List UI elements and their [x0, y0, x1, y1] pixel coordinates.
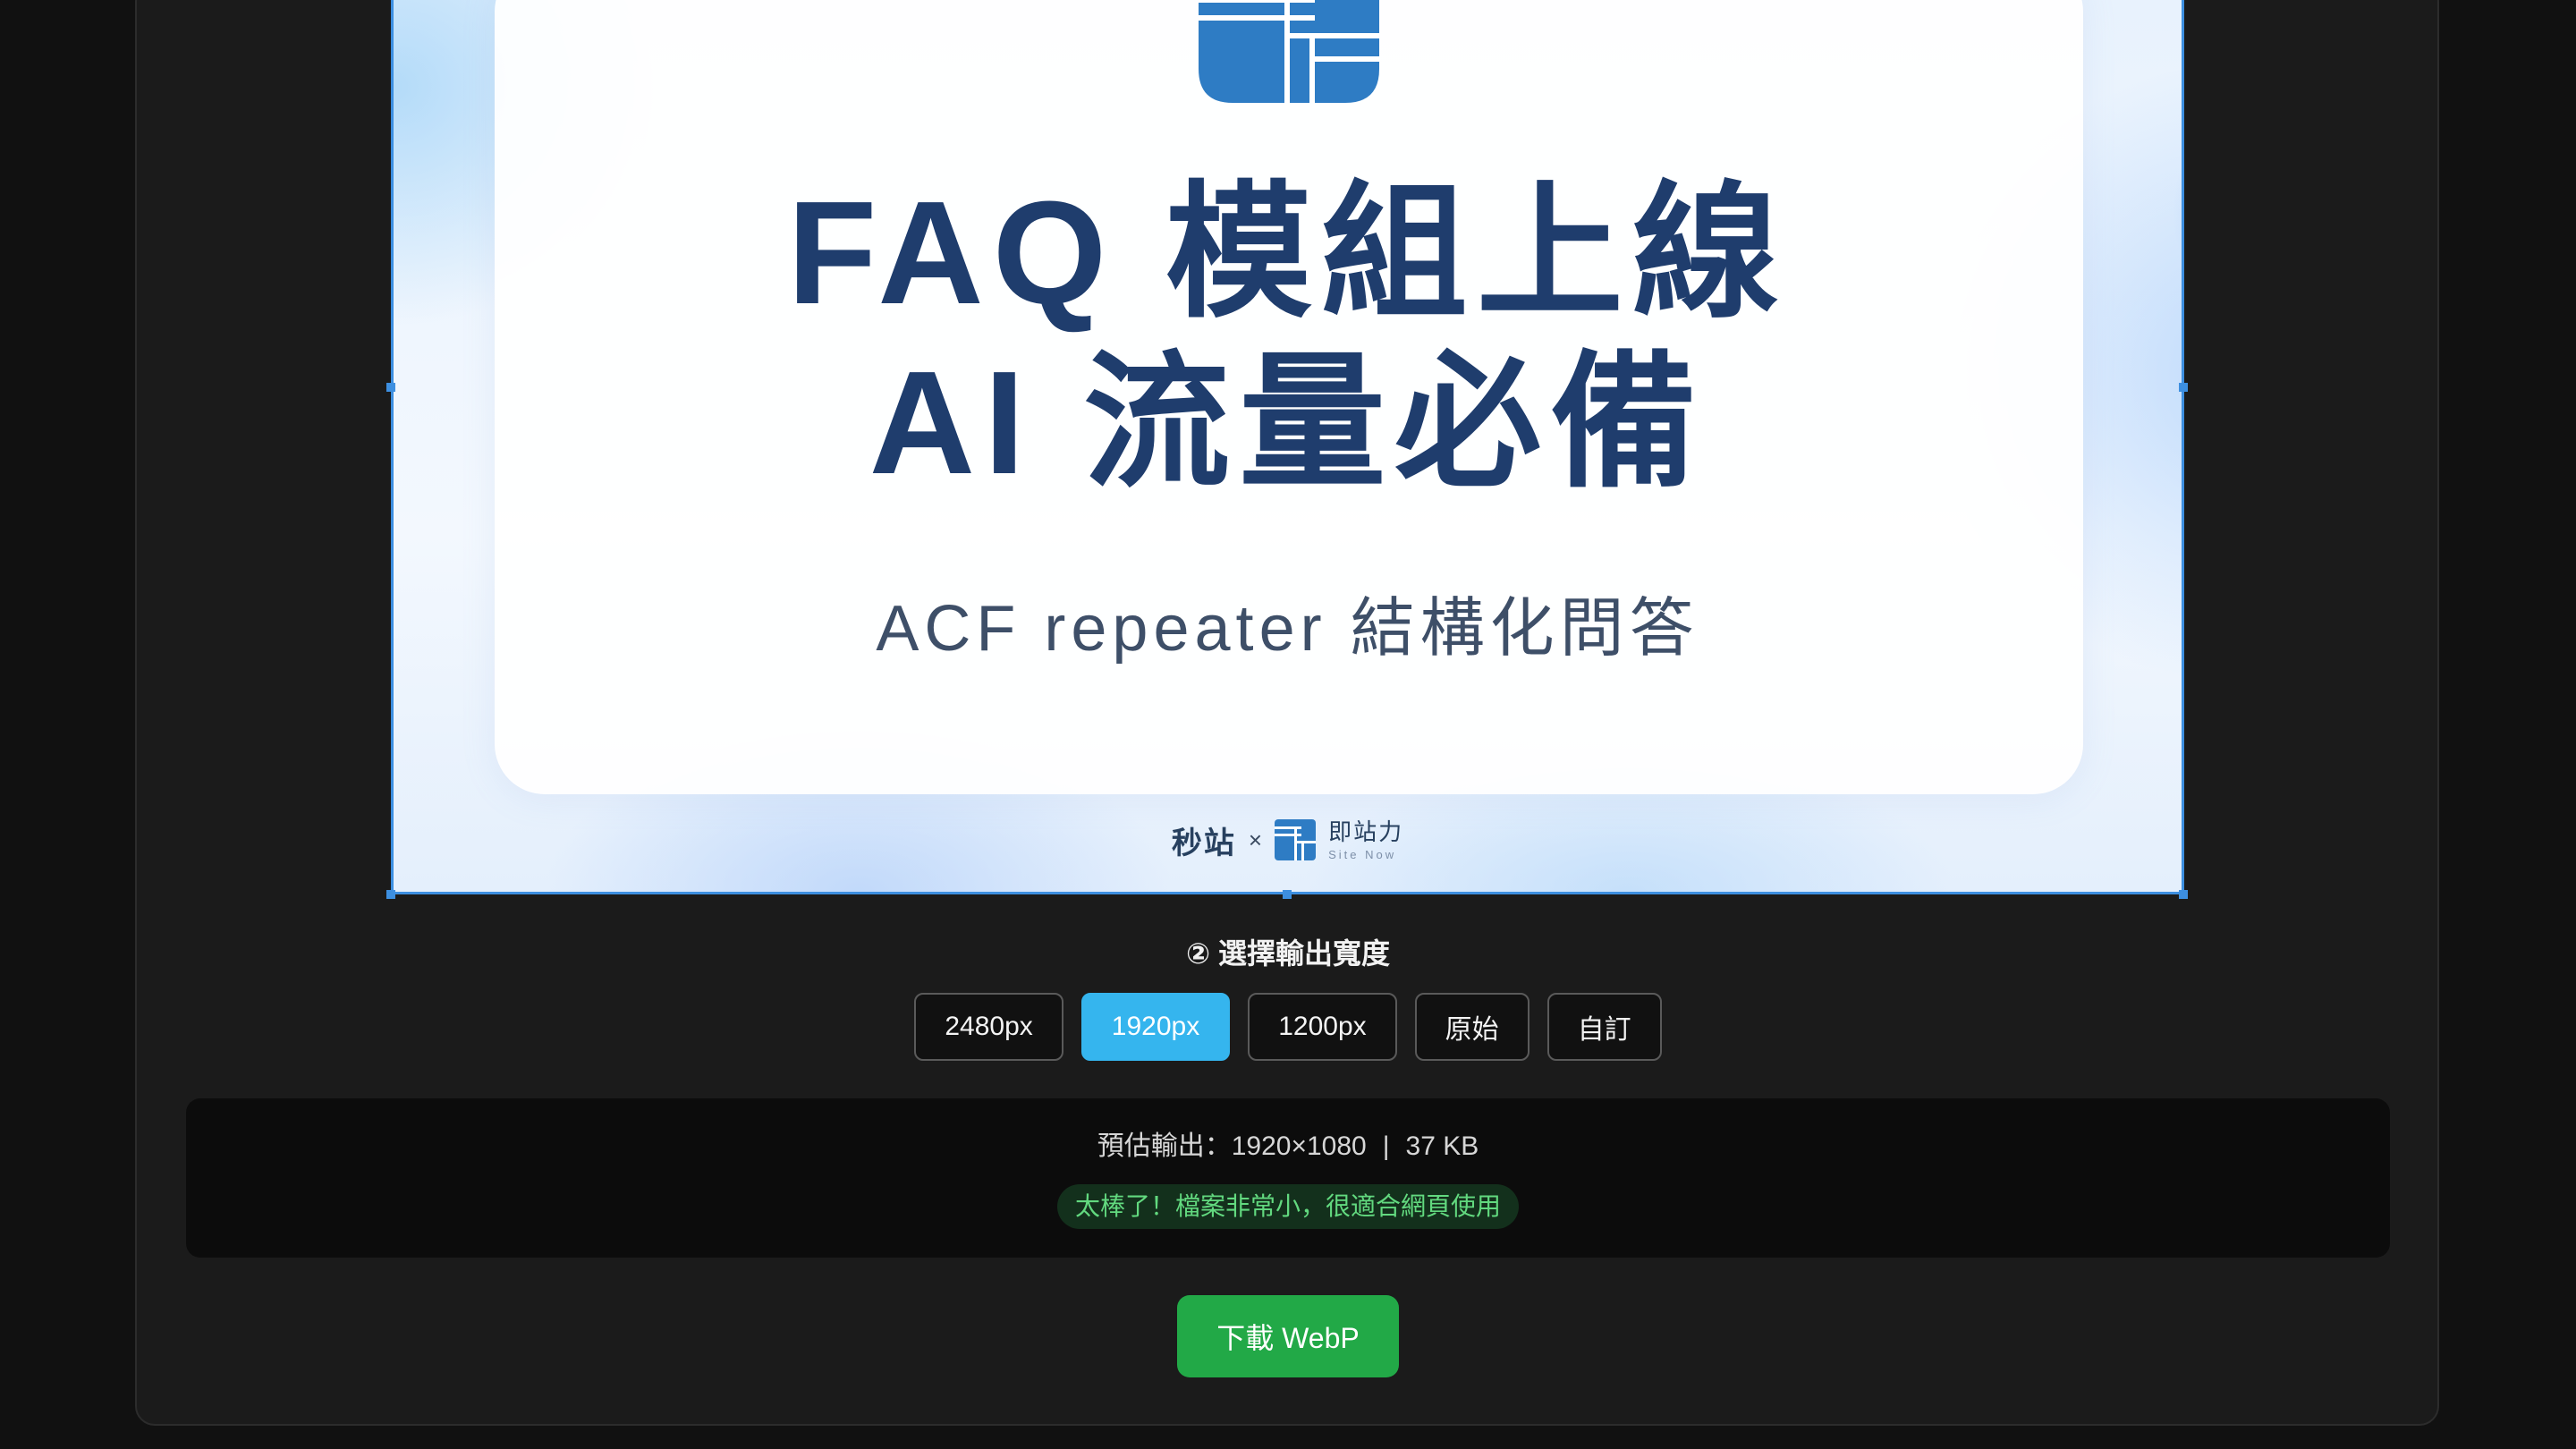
estimate-dimensions: 1920×1080 — [1231, 1131, 1367, 1161]
image-preview-crop-frame[interactable]: FAQ 模組上線 AI 流量必備 ACF repeater 結構化問答 秒站 ×… — [391, 0, 2184, 894]
brand-site-now-en: Site Now — [1328, 847, 1397, 861]
brand-site-now-name: 即站力 — [1328, 818, 1404, 845]
output-width-title: ② 選擇輸出寬度 — [1186, 937, 1390, 970]
estimate-separator: | — [1382, 1131, 1390, 1161]
crop-handle-bottom-right[interactable] — [2179, 890, 2188, 899]
brand-footer: 秒站 × 即站力 Site Now — [394, 815, 2182, 865]
crop-handle-left[interactable] — [386, 383, 395, 392]
width-option-2480[interactable]: 2480px — [914, 993, 1063, 1061]
width-option-1200[interactable]: 1200px — [1248, 993, 1397, 1061]
download-webp-button[interactable]: 下載 WebP — [1177, 1295, 1399, 1377]
crop-handle-bottom-left[interactable] — [386, 890, 395, 899]
crop-handle-right[interactable] — [2179, 383, 2188, 392]
brand-separator: × — [1248, 826, 1263, 853]
estimate-prefix: 預估輸出： — [1097, 1131, 1232, 1161]
estimate-badge-row: 太棒了！檔案非常小，很適合網頁使用 — [186, 1184, 2390, 1229]
preview-title-line1: FAQ 模組上線 — [787, 171, 1788, 335]
preview-subtitle: ACF repeater 結構化問答 — [876, 593, 1699, 665]
brand-miaozhan-logo: 秒站 — [1171, 826, 1236, 860]
app-stage: FAQ 模組上線 AI 流量必備 ACF repeater 結構化問答 秒站 ×… — [0, 0, 2576, 1449]
width-option-original[interactable]: 原始 — [1414, 993, 1530, 1061]
output-width-options: 2480px 1920px 1200px 原始 自訂 — [0, 993, 2576, 1061]
site-now-small-logo-icon — [1275, 819, 1317, 860]
estimate-summary: 預估輸出：1920×1080 | 37 KB — [186, 1131, 2390, 1163]
output-estimate-box: 預估輸出：1920×1080 | 37 KB 太棒了！檔案非常小，很適合網頁使用 — [186, 1098, 2390, 1258]
crop-handle-bottom[interactable] — [1283, 890, 1292, 899]
estimate-size: 37 KB — [1405, 1131, 1479, 1161]
width-option-1920[interactable]: 1920px — [1080, 993, 1231, 1061]
width-option-custom[interactable]: 自訂 — [1546, 993, 1662, 1061]
site-now-logo-icon — [1199, 0, 1379, 103]
preview-title-line2: AI 流量必備 — [869, 341, 1707, 504]
brand-site-now-text: 即站力 Site Now — [1328, 820, 1403, 860]
estimate-status-badge: 太棒了！檔案非常小，很適合網頁使用 — [1056, 1184, 1519, 1229]
